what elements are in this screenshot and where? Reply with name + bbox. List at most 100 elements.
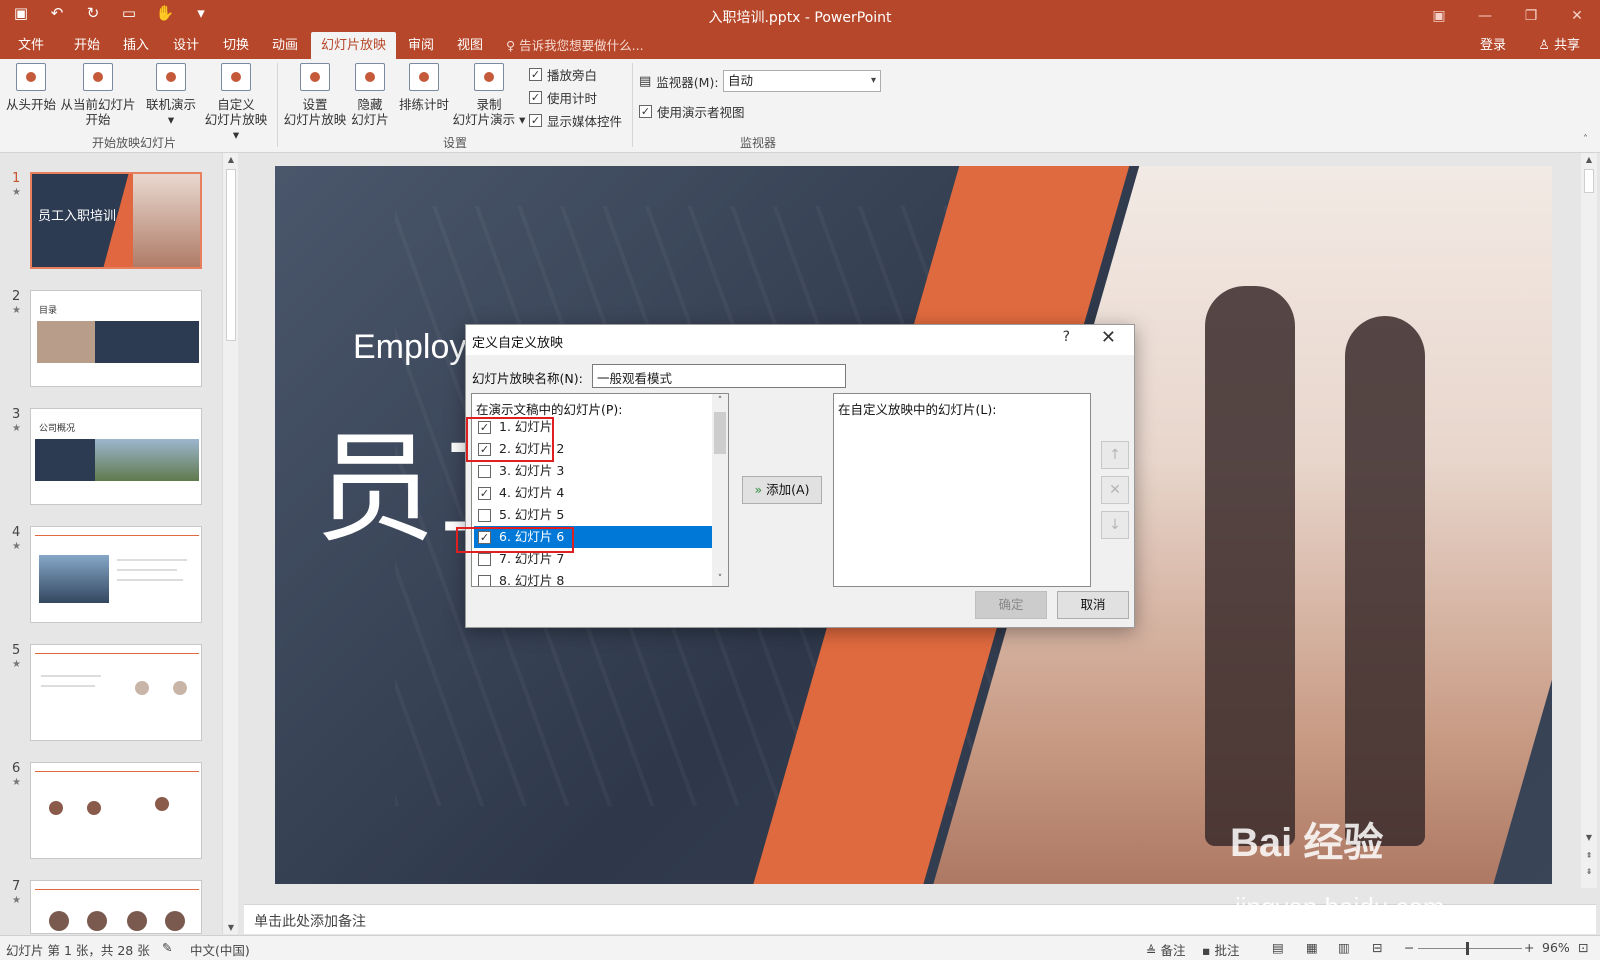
monitor-icon: ▤ — [639, 74, 652, 89]
thumb-number: 7 — [12, 879, 21, 894]
slide-thumbnail-6[interactable] — [30, 762, 202, 859]
ok-button[interactable]: 确定 — [975, 591, 1047, 619]
checkbox-icon[interactable] — [478, 464, 491, 478]
slide-list-item[interactable]: ✓ 4. 幻灯片 4 — [474, 482, 712, 504]
present-online-icon — [156, 63, 186, 91]
tab-review[interactable]: 审阅 — [398, 32, 444, 59]
slide-list-item-label: 3. 幻灯片 3 — [499, 463, 565, 478]
zoom-slider-track[interactable] — [1418, 948, 1522, 949]
custom-slideshow-button[interactable]: 自定义 幻灯片放映 ▾ — [200, 63, 272, 142]
checkbox-checked-icon[interactable]: ✓ — [478, 486, 491, 500]
rehearse-timings-button[interactable]: 排练计时 — [396, 63, 452, 112]
monitor-select[interactable]: 自动 — [723, 70, 881, 92]
record-slideshow-button[interactable]: 录制 幻灯片演示 ▾ — [452, 63, 526, 127]
scroll-thumb[interactable] — [714, 412, 726, 454]
slide-scrollbar[interactable]: ▲ ▼ ⇞ ⇟ — [1581, 153, 1597, 888]
spellcheck-icon[interactable]: ✎ — [162, 940, 172, 955]
person-silhouette — [1205, 286, 1295, 846]
share-label: 共享 — [1553, 38, 1580, 53]
normal-view-icon[interactable]: ▤ — [1272, 940, 1284, 955]
close-icon[interactable]: ✕ — [1554, 0, 1600, 32]
checkbox-checked-icon: ✓ — [529, 91, 542, 104]
list-scrollbar[interactable]: ˄ ˅ — [712, 394, 728, 586]
from-beginning-button[interactable]: 从头开始 — [4, 63, 58, 112]
record-label-1: 录制 — [476, 97, 502, 112]
tab-slideshow[interactable]: 幻灯片放映 — [311, 32, 397, 59]
minimize-icon[interactable]: — — [1462, 0, 1508, 32]
scroll-down-icon[interactable]: ˅ — [712, 574, 728, 584]
move-up-icon[interactable]: ↑ — [1101, 441, 1129, 469]
slide-thumbnail-2[interactable]: 目录 — [30, 290, 202, 387]
tab-transitions[interactable]: 切换 — [213, 32, 259, 59]
next-slide-icon[interactable]: ⇟ — [1581, 867, 1597, 876]
tab-home[interactable]: 开始 — [64, 32, 110, 59]
slide-thumbnail-7[interactable] — [30, 880, 202, 934]
tell-me-search[interactable]: ♀ 告诉我您想要做什么... — [506, 32, 644, 59]
maximize-icon[interactable]: ❐ — [1508, 0, 1554, 32]
slideshow-view-icon[interactable]: ⊟ — [1372, 940, 1382, 955]
checkbox-icon[interactable] — [478, 552, 491, 566]
share-button[interactable]: ♙ 共享 — [1538, 32, 1580, 59]
add-button[interactable]: » 添加(A) — [742, 476, 822, 504]
ribbon-display-icon[interactable]: ▣ — [1416, 0, 1462, 32]
record-label-2: 幻灯片演示 — [452, 112, 516, 127]
play-narrations-checkbox[interactable]: ✓ 播放旁白 — [529, 65, 597, 84]
slide-thumbnail-1[interactable]: 员工入职培训 — [30, 172, 202, 269]
scroll-up-icon[interactable]: ˄ — [712, 396, 728, 406]
zoom-level[interactable]: 96% — [1542, 940, 1570, 955]
slide-list-item[interactable]: 5. 幻灯片 5 — [474, 504, 712, 526]
present-online-button[interactable]: 联机演示 ▾ — [142, 63, 200, 127]
move-down-icon[interactable]: ↓ — [1101, 511, 1129, 539]
slide-thumbnail-3[interactable]: 公司概况 — [30, 408, 202, 505]
person-silhouette — [1345, 316, 1425, 846]
presenter-view-checkbox[interactable]: ✓ 使用演示者视图 — [639, 102, 745, 121]
star-icon: ★ — [12, 895, 21, 906]
close-icon[interactable]: ✕ — [1101, 327, 1116, 348]
tab-animations[interactable]: 动画 — [262, 32, 308, 59]
thumbnail-scrollbar[interactable]: ▲ ▼ — [222, 153, 238, 934]
remove-icon[interactable]: ✕ — [1101, 476, 1129, 504]
scroll-up-icon[interactable]: ▲ — [223, 155, 239, 164]
use-timings-checkbox[interactable]: ✓ 使用计时 — [529, 88, 597, 107]
star-icon: ★ — [12, 777, 21, 788]
tab-insert[interactable]: 插入 — [113, 32, 159, 59]
fit-to-window-icon[interactable]: ⊡ — [1578, 940, 1588, 955]
comments-toggle[interactable]: ▪ 批注 — [1202, 940, 1239, 959]
slide-list-item[interactable]: 3. 幻灯片 3 — [474, 460, 712, 482]
use-timings-label: 使用计时 — [547, 91, 598, 106]
setup-slideshow-button[interactable]: 设置 幻灯片放映 — [281, 63, 349, 127]
tab-design[interactable]: 设计 — [163, 32, 209, 59]
collapse-ribbon-icon[interactable]: ˄ — [1583, 134, 1588, 145]
login-link[interactable]: 登录 — [1480, 32, 1506, 59]
slide-list-item[interactable]: 8. 幻灯片 8 — [474, 570, 712, 586]
zoom-out-icon[interactable]: − — [1404, 940, 1414, 955]
reading-view-icon[interactable]: ▥ — [1338, 940, 1350, 955]
show-name-input[interactable]: 一般观看模式 — [592, 364, 846, 388]
checkbox-icon[interactable] — [478, 574, 491, 586]
zoom-slider-thumb[interactable] — [1466, 942, 1469, 955]
custom-show-slides-list[interactable]: 在自定义放映中的幻灯片(L): — [833, 393, 1091, 587]
language-indicator[interactable]: 中文(中国) — [190, 940, 250, 959]
scroll-up-icon[interactable]: ▲ — [1581, 155, 1597, 164]
scroll-down-icon[interactable]: ▼ — [1581, 833, 1597, 842]
tab-view[interactable]: 视图 — [447, 32, 493, 59]
group-divider — [277, 63, 278, 147]
hide-slide-button[interactable]: 隐藏 幻灯片 — [349, 63, 391, 127]
show-media-controls-checkbox[interactable]: ✓ 显示媒体控件 — [529, 111, 622, 130]
cancel-button[interactable]: 取消 — [1057, 591, 1129, 619]
slide-thumbnail-5[interactable] — [30, 644, 202, 741]
tab-file[interactable]: 文件 — [8, 32, 54, 59]
scroll-thumb[interactable] — [1584, 169, 1594, 193]
slide-sorter-icon[interactable]: ▦ — [1306, 940, 1318, 955]
previous-slide-icon[interactable]: ⇞ — [1581, 851, 1597, 860]
slide-thumbnail-4[interactable] — [30, 526, 202, 623]
scroll-thumb[interactable] — [226, 169, 236, 341]
notes-toggle[interactable]: ≜ 备注 — [1146, 940, 1185, 959]
zoom-in-icon[interactable]: + — [1524, 940, 1534, 955]
slideshow-current-icon — [83, 63, 113, 91]
checkbox-icon[interactable] — [478, 508, 491, 522]
thumb-avatar — [49, 911, 69, 931]
from-current-button[interactable]: 从当前幻灯片 开始 — [58, 63, 138, 127]
scroll-down-icon[interactable]: ▼ — [223, 923, 239, 932]
help-icon[interactable]: ? — [1063, 329, 1070, 345]
